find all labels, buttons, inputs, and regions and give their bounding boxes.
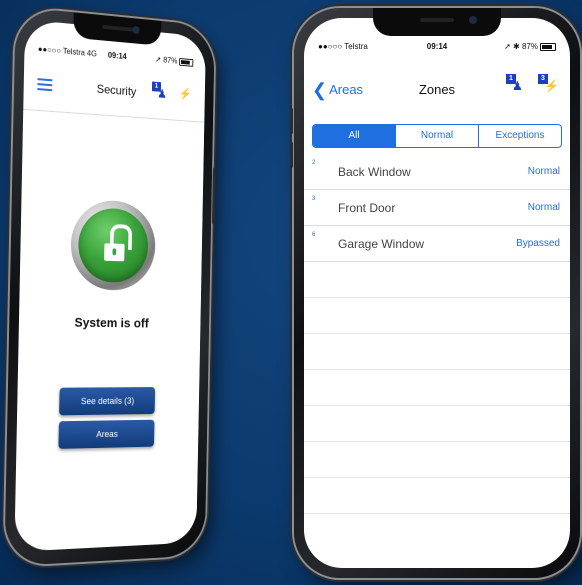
zone-index: 2 xyxy=(312,160,315,166)
zone-index: 6 xyxy=(312,232,315,238)
nav-bar: Security 1 ♟ ⚡ xyxy=(23,63,205,123)
flash-icon: ⚡ xyxy=(544,80,559,92)
volume-up-button xyxy=(290,108,293,134)
zone-row[interactable]: 6 Garage Window Bypassed xyxy=(304,226,570,262)
zone-name: Back Window xyxy=(338,165,411,179)
system-status-text: System is off xyxy=(19,314,201,331)
zone-index: 3 xyxy=(312,196,315,202)
empty-row xyxy=(304,478,570,514)
zone-state: Normal xyxy=(528,166,560,177)
battery-percent: 87% xyxy=(522,42,538,51)
page-title: Zones xyxy=(304,82,570,97)
alerts-flash-icon[interactable]: 3 ⚡ xyxy=(538,74,558,96)
battery-percent: 87% xyxy=(163,56,177,66)
zone-filter-segmented-control: All Normal Exceptions xyxy=(312,124,562,148)
battery-icon xyxy=(179,58,193,67)
segment-all[interactable]: All xyxy=(313,125,395,147)
zone-row[interactable]: 2 Back Window Normal xyxy=(304,154,570,190)
empty-row xyxy=(304,442,570,478)
segment-exceptions[interactable]: Exceptions xyxy=(478,125,561,147)
zone-name: Front Door xyxy=(338,201,395,215)
battery-indicator: ➚ ✱ 87% xyxy=(504,42,556,51)
zone-list: 2 Back Window Normal 3 Front Door Normal… xyxy=(304,154,570,514)
segment-normal[interactable]: Normal xyxy=(395,125,478,147)
power-button xyxy=(212,168,216,225)
zone-state: Bypassed xyxy=(516,238,560,249)
notifications-bell-icon[interactable]: 1 ♟ xyxy=(152,82,170,104)
flash-icon[interactable]: ⚡ xyxy=(177,87,195,109)
see-details-button[interactable]: See details (3) xyxy=(59,387,155,415)
zone-row[interactable]: 3 Front Door Normal xyxy=(304,190,570,226)
phone-left: ●●○○○ Telstra 4G 09:14 ➚ 87% Security 1 … xyxy=(4,7,215,567)
notch xyxy=(373,8,501,36)
battery-indicator: ➚ 87% xyxy=(155,55,193,67)
battery-icon xyxy=(540,43,556,51)
empty-row xyxy=(304,334,570,370)
empty-row xyxy=(304,370,570,406)
zone-state: Normal xyxy=(528,202,560,213)
empty-row xyxy=(304,262,570,298)
security-screen: ●●○○○ Telstra 4G 09:14 ➚ 87% Security 1 … xyxy=(14,19,206,551)
areas-button[interactable]: Areas xyxy=(58,420,154,449)
zones-screen: ●●○○○ Telstra 09:14 ➚ ✱ 87% ❮ Areas Zones… xyxy=(304,18,570,568)
bell-icon: ♟ xyxy=(512,80,523,92)
unlocked-padlock-icon xyxy=(78,207,149,283)
system-status-lock-button[interactable] xyxy=(70,199,156,291)
nav-bar: ❮ Areas Zones 1 ♟ 3 ⚡ xyxy=(304,64,570,110)
bell-icon: ♟ xyxy=(157,88,167,100)
notifications-bell-icon[interactable]: 1 ♟ xyxy=(506,74,526,96)
phone-right: ●●○○○ Telstra 09:14 ➚ ✱ 87% ❮ Areas Zones… xyxy=(294,8,580,578)
zone-name: Garage Window xyxy=(338,237,424,251)
empty-row xyxy=(304,406,570,442)
volume-down-button xyxy=(290,142,293,168)
empty-row xyxy=(304,298,570,334)
